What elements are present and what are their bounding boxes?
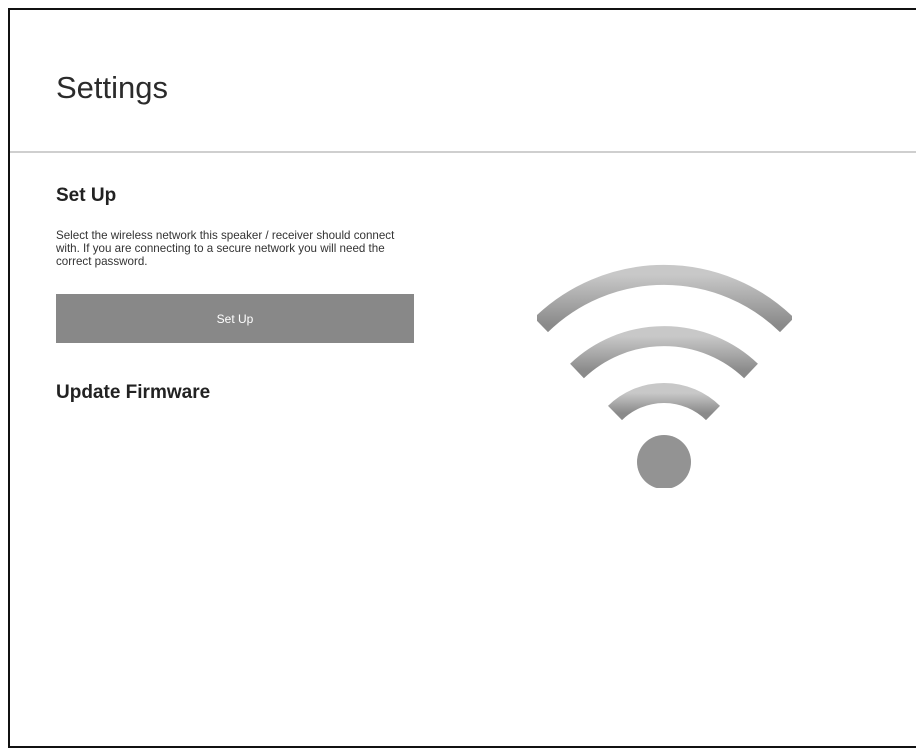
setup-section-title: Set Up	[56, 185, 117, 206]
update-firmware-link[interactable]: Update Firmware	[56, 382, 210, 404]
wifi-dot	[637, 435, 691, 488]
wifi-arc-middle	[570, 326, 758, 379]
wifi-arc-outer	[537, 264, 792, 333]
header: Settings	[10, 10, 916, 153]
page-title: Settings	[56, 70, 169, 105]
setup-description: Select the wireless network this speaker…	[56, 229, 395, 268]
wifi-icon	[537, 264, 792, 488]
settings-window: Settings Set Up Select the wireless netw…	[8, 8, 916, 748]
wifi-arc-inner	[608, 383, 720, 421]
setup-button[interactable]: Set Up	[56, 294, 414, 343]
